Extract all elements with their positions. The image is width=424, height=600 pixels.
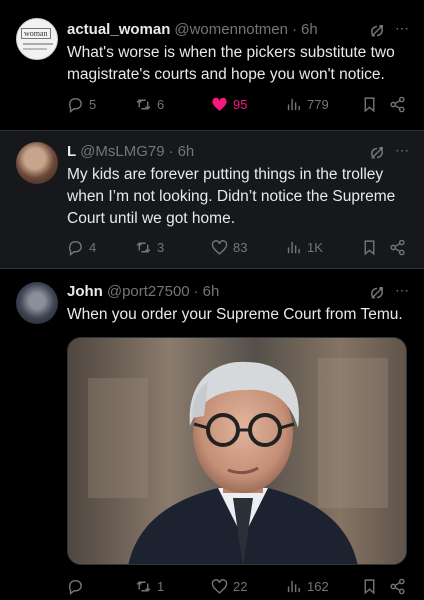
bookmark-button[interactable] xyxy=(361,578,389,595)
timestamp[interactable]: 6h xyxy=(178,143,195,160)
views-icon xyxy=(287,241,300,253)
handle[interactable]: @port27500 xyxy=(107,283,190,300)
tweet[interactable]: John @port27500 · 6h ⋯ When you order yo… xyxy=(0,270,424,600)
tweet-photo[interactable] xyxy=(67,337,407,565)
view-count: 779 xyxy=(307,96,329,112)
share-button[interactable] xyxy=(389,239,406,256)
reply-button[interactable]: 4 xyxy=(67,239,135,256)
bookmark-icon xyxy=(364,239,375,255)
bookmark-button[interactable] xyxy=(361,239,389,256)
views-button[interactable]: 779 xyxy=(285,96,361,113)
views-button[interactable]: 1K xyxy=(285,239,361,256)
handle[interactable]: @womennotmen xyxy=(174,21,288,38)
avatar[interactable] xyxy=(16,142,58,184)
view-count: 162 xyxy=(307,578,329,594)
separator-dot: · xyxy=(168,143,174,160)
bookmark-button[interactable] xyxy=(361,96,389,113)
handle[interactable]: @MsLMG79 xyxy=(80,143,164,160)
tweet-text: What's worse is when the pickers substit… xyxy=(67,44,395,83)
more-options-icon[interactable]: ⋯ xyxy=(395,20,410,37)
views-icon xyxy=(287,580,300,592)
separator-dot: · xyxy=(292,21,297,38)
share-button[interactable] xyxy=(389,578,406,595)
repost-count: 1 xyxy=(157,578,165,594)
views-button[interactable]: 162 xyxy=(285,578,361,595)
repost-button[interactable]: 6 xyxy=(135,96,211,113)
like-button[interactable]: 95 xyxy=(211,96,285,113)
avatar-logo-text: woman xyxy=(21,28,51,39)
timestamp[interactable]: 6h xyxy=(301,21,318,38)
repost-button[interactable]: 3 xyxy=(135,239,211,256)
repost-icon xyxy=(136,98,151,110)
grok-icon[interactable] xyxy=(368,144,386,162)
repost-button[interactable]: 1 xyxy=(135,578,211,595)
separator-dot: · xyxy=(193,283,199,300)
view-count: 1K xyxy=(307,239,323,255)
reply-icon xyxy=(68,579,82,595)
action-bar: 5 6 95 779 xyxy=(67,94,410,114)
more-options-icon[interactable]: ⋯ xyxy=(395,282,410,299)
reply-button[interactable]: 5 xyxy=(67,96,135,113)
repost-count: 6 xyxy=(157,96,165,112)
like-button[interactable]: 83 xyxy=(211,239,285,256)
like-button[interactable]: 22 xyxy=(211,578,285,595)
heart-icon xyxy=(211,239,228,255)
display-name[interactable]: John xyxy=(67,283,103,300)
like-count: 83 xyxy=(233,239,248,255)
reply-icon xyxy=(68,97,82,113)
tweet-header: L @MsLMG79 · 6h xyxy=(67,143,194,160)
repost-icon xyxy=(136,580,151,592)
views-icon xyxy=(287,98,300,110)
display-name[interactable]: actual_woman xyxy=(67,21,170,38)
display-name[interactable]: L xyxy=(67,143,76,160)
timestamp[interactable]: 6h xyxy=(203,283,220,300)
repost-count: 3 xyxy=(157,239,165,255)
avatar-logo-line xyxy=(23,48,47,50)
more-options-icon[interactable]: ⋯ xyxy=(395,142,410,159)
repost-icon xyxy=(136,241,151,253)
avatar[interactable] xyxy=(16,282,58,324)
grok-icon[interactable] xyxy=(368,22,386,40)
heart-icon xyxy=(212,97,227,111)
tweet-header: actual_woman @womennotmen · 6h xyxy=(67,21,318,38)
reply-count: 4 xyxy=(89,239,97,255)
tweet-text: When you order your Supreme Court from T… xyxy=(67,306,403,323)
reply-button[interactable] xyxy=(67,578,135,595)
grok-icon[interactable] xyxy=(368,284,386,302)
tweet-text: My kids are forever putting things in th… xyxy=(67,166,396,227)
photo-content xyxy=(68,338,406,564)
share-icon xyxy=(390,239,405,255)
reply-count: 5 xyxy=(89,96,97,112)
share-button[interactable] xyxy=(389,96,406,113)
bookmark-icon xyxy=(364,96,375,112)
reply-icon xyxy=(68,240,82,256)
avatar[interactable]: woman xyxy=(16,18,58,60)
like-count: 22 xyxy=(233,578,248,594)
action-bar: 1 22 162 xyxy=(67,576,410,596)
tweet[interactable]: L @MsLMG79 · 6h ⋯ My kids are forever pu… xyxy=(0,130,424,269)
share-icon xyxy=(390,578,405,594)
tweet-header: John @port27500 · 6h xyxy=(67,283,219,300)
share-icon xyxy=(390,96,405,112)
like-count: 95 xyxy=(233,96,248,112)
bookmark-icon xyxy=(364,578,375,594)
avatar-logo-line xyxy=(23,43,53,45)
action-bar: 4 3 83 1K xyxy=(67,237,410,257)
tweet[interactable]: woman actual_woman @womennotmen · 6h ⋯ W… xyxy=(0,0,424,130)
heart-icon xyxy=(211,578,228,594)
